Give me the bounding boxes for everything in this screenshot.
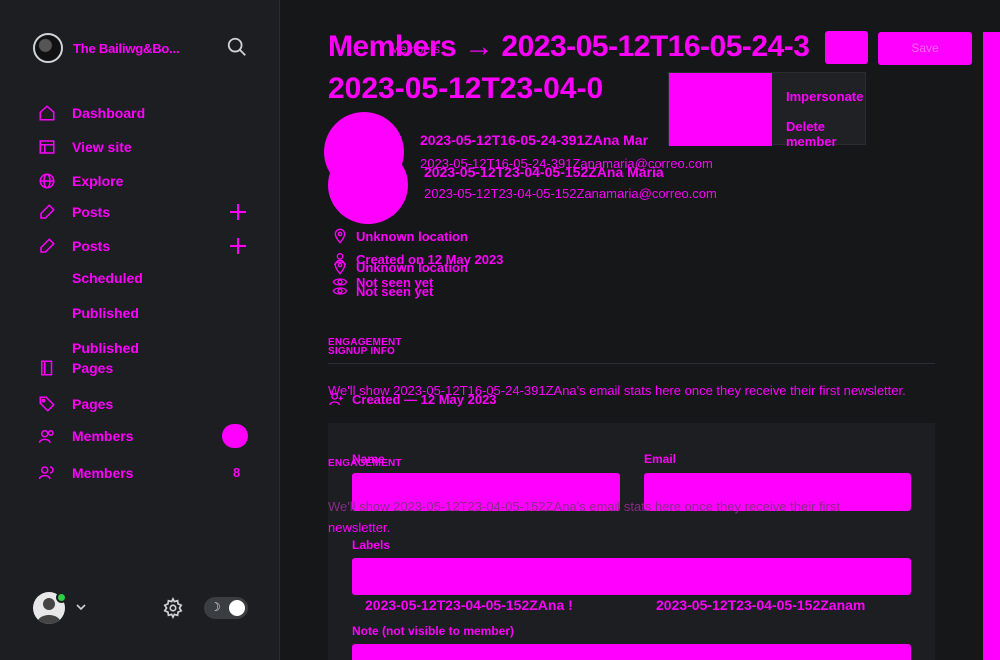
delete-member-option[interactable]: Delete member: [786, 119, 865, 149]
nav-explore[interactable]: Explore: [38, 169, 123, 193]
site-title: The Bailiwg&Bo...: [73, 40, 180, 56]
breadcrumb-members-link[interactable]: Members: [390, 42, 440, 56]
nav-dashboard-label: Dashboard: [72, 105, 146, 121]
gear-icon[interactable]: [162, 597, 184, 619]
section-divider: [328, 363, 935, 364]
brand[interactable]: The Bailiwg&Bo...: [33, 33, 180, 63]
new-post-plus-icon[interactable]: [228, 202, 248, 222]
engagement-heading-overlap: ENGAGEMENT: [328, 458, 402, 469]
pencil-icon: [40, 204, 55, 219]
meta-location-text: Unknown location: [356, 228, 468, 244]
scrollbar[interactable]: [983, 32, 1000, 660]
member-name: 2023-05-12T16-05-24-391ZAna Mar: [420, 132, 649, 148]
location-pin-icon: [334, 228, 346, 244]
sidebar: The Bailiwg&Bo... Dashboard View site Ex…: [0, 0, 280, 660]
nav-pages-label: Pages: [72, 360, 114, 376]
moon-icon: ☽: [210, 600, 221, 614]
member-form: Name Email Labels 2023-05-12T23-04-05-15…: [328, 423, 935, 660]
dark-mode-toggle[interactable]: ☽: [204, 597, 248, 619]
nav-members-tags[interactable]: Members: [38, 424, 133, 448]
tag-icon: [39, 396, 55, 412]
meta-location: Unknown location: [332, 228, 468, 244]
save-button[interactable]: Save: [878, 32, 972, 65]
signup-info-heading: SIGNUP INFO: [328, 346, 396, 357]
meta-seen-overlap-text: Not seen yet: [356, 283, 434, 299]
nav-published[interactable]: Published: [72, 340, 139, 356]
pages-icon: [41, 360, 53, 376]
nav-tags-label: Pages: [72, 396, 114, 412]
nav-members-label: Members: [72, 465, 134, 481]
nav-view-site-label: View site: [72, 139, 132, 155]
note-textarea[interactable]: [352, 644, 911, 660]
members-tag-icon: [38, 430, 54, 443]
meta-seen-overlap: Not seen yet: [332, 283, 433, 299]
nav-view-site[interactable]: View site: [38, 135, 132, 159]
online-status-dot: [56, 592, 67, 603]
nav-published-overlap[interactable]: Published: [72, 305, 139, 321]
meta-location-overlap: Unknown location: [332, 259, 468, 275]
email-label: Email: [644, 452, 677, 466]
home-icon: [39, 105, 55, 121]
site-logo: [33, 33, 63, 63]
impersonate-option[interactable]: Impersonate: [786, 89, 863, 104]
email-stats-note-overlap: We'll show 2023-05-12T23-04-05-152ZAna's…: [328, 499, 840, 514]
chevron-down-icon[interactable]: [74, 600, 88, 614]
new-post-plus-icon[interactable]: [228, 236, 248, 256]
member-name-overlap: 2023-05-12T23-04-05-152ZAna Maria: [424, 164, 664, 180]
toggle-knob: [229, 600, 245, 616]
search-icon[interactable]: [226, 36, 248, 58]
settings-menu-button[interactable]: [825, 31, 868, 64]
nav-posts[interactable]: Posts: [38, 200, 110, 224]
member-actions-dropdown: Impersonate Delete member: [668, 72, 866, 149]
nav-explore-label: Explore: [72, 173, 124, 189]
member-avatar-overlap: [328, 146, 408, 224]
created-line: Created — 12 May 2023: [328, 391, 497, 407]
nav-scheduled[interactable]: Scheduled: [72, 270, 143, 286]
created-line-text: Created — 12 May 2023: [352, 391, 497, 407]
globe-icon: [39, 173, 55, 189]
name-value-overlap: 2023-05-12T23-04-05-152ZAna !: [365, 597, 573, 613]
nav-members-tags-label: Members: [72, 428, 134, 444]
nav-dashboard[interactable]: Dashboard: [38, 101, 145, 125]
meta-location-overlap-text: Unknown location: [356, 259, 468, 275]
nav-members[interactable]: Members: [38, 461, 133, 485]
users-icon: [38, 466, 54, 480]
labels-label: Labels: [352, 538, 391, 552]
email-stats-note-overlap-line2: newsletter.: [328, 520, 391, 535]
nav-tags[interactable]: Pages: [38, 392, 113, 416]
pencil-icon: [40, 238, 55, 253]
dropdown-highlight: [669, 73, 772, 146]
page-title: 2023-05-12T23-04-0: [328, 72, 604, 105]
nav-posts-label: Posts: [72, 204, 111, 220]
nav-pages[interactable]: Pages: [38, 356, 113, 380]
nav-posts-duplicate[interactable]: Posts: [38, 234, 110, 258]
location-pin-icon: [334, 259, 346, 275]
eye-icon: [332, 287, 348, 295]
user-add-icon: [329, 393, 343, 406]
main-content: Members → 2023-05-12T16-05-24-3 Members …: [280, 0, 1000, 660]
labels-input[interactable]: [352, 558, 911, 595]
members-count: 8: [233, 465, 241, 480]
browser-icon: [39, 140, 55, 154]
email-value-overlap: 2023-05-12T23-04-05-152Zanam: [656, 597, 866, 613]
member-email-overlap: 2023-05-12T23-04-05-152Zanamaria@correo.…: [424, 186, 717, 201]
notification-dot: [222, 424, 248, 448]
nav-posts-duplicate-label: Posts: [72, 238, 111, 254]
note-label: Note (not visible to member): [352, 624, 515, 638]
